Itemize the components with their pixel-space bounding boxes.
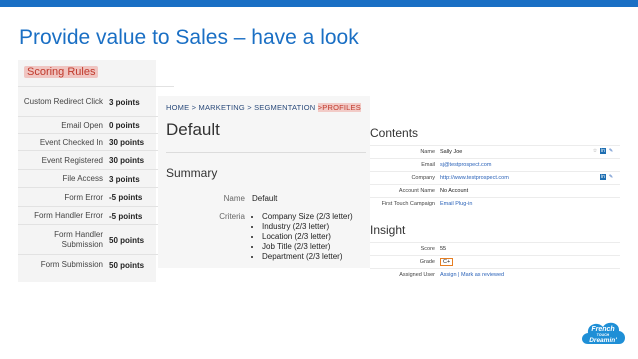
scoring-row-value: 50 points	[109, 260, 145, 270]
scoring-row-label: Event Registered	[41, 155, 103, 165]
insight-row-label: Score	[420, 246, 435, 252]
insight-row-label: Grade	[419, 259, 435, 265]
scoring-row-label: Email Open	[61, 120, 103, 130]
linkedin-icon[interactable]: in	[600, 148, 606, 154]
scoring-rules-panel: Scoring Rules Custom Redirect Click 3 po…	[18, 60, 174, 282]
email-link[interactable]: sj@testprospect.com	[440, 162, 491, 168]
edit-icon[interactable]: ✎	[608, 174, 614, 180]
breadcrumb-segmentation[interactable]: SEGMENTATION	[254, 103, 315, 112]
contents-row-label: Name	[420, 149, 435, 155]
contents-row-label: Account Name	[398, 188, 435, 194]
contents-row-value: No Account	[440, 188, 469, 194]
insight-row: Assigned User Assign | Mark as reviewed	[370, 268, 620, 281]
scoring-row: Event Registered 30 points	[18, 150, 174, 170]
contents-heading: Contents	[370, 126, 419, 140]
scoring-row: Form Error -5 points	[18, 187, 174, 207]
criteria-item: Company Size (2/3 letter)	[262, 212, 353, 222]
campaign-link[interactable]: Email Plug-in	[440, 201, 472, 207]
scoring-row: File Access 3 points	[18, 169, 174, 188]
contents-row: Account Name No Account	[370, 184, 620, 197]
slide-title: Provide value to Sales – have a look	[19, 26, 359, 49]
scoring-row-label: Form Handler Error	[34, 211, 103, 220]
breadcrumb-marketing[interactable]: MARKETING	[199, 103, 245, 112]
breadcrumb-profiles: PROFILES	[322, 103, 361, 112]
logo-line1: French	[591, 326, 614, 333]
french-touch-dreamin-logo: French TOUCH Dreamin'	[582, 322, 625, 344]
scoring-row-label: File Access	[62, 174, 103, 183]
contents-row: First Touch Campaign Email Plug-in	[370, 197, 620, 210]
criteria-item: Department (2/3 letter)	[262, 252, 353, 262]
criteria-label: Criteria	[219, 212, 245, 221]
scoring-row-label: Custom Redirect Click	[23, 97, 103, 106]
scoring-row-label: Event Checked In	[39, 137, 103, 147]
company-link[interactable]: http://www.testprospect.com	[440, 175, 509, 181]
scoring-row: Custom Redirect Click 3 points	[18, 86, 174, 117]
contents-row-value: Sally Joe	[440, 149, 463, 155]
logo-line3: Dreamin'	[589, 337, 617, 344]
scoring-row-value: 0 points	[109, 121, 140, 130]
contents-row-label: Email	[421, 162, 435, 168]
contents-row: Email sj@testprospect.com	[370, 158, 620, 171]
contents-row: Name Sally Joe ☆ in ✎	[370, 145, 620, 158]
profile-panel: HOME > MARKETING > SEGMENTATION >PROFILE…	[158, 96, 370, 268]
scoring-row: Form Handler Submission 50 points	[18, 224, 174, 255]
contents-row-label: First Touch Campaign	[381, 201, 435, 207]
scoring-row-label: Form Handler Submission	[54, 230, 103, 249]
score-value: 55	[440, 246, 447, 252]
insight-row: Score 55	[370, 242, 620, 255]
linkedin-icon[interactable]: in	[600, 174, 606, 180]
criteria-item: Industry (2/3 letter)	[262, 222, 353, 232]
breadcrumb: HOME > MARKETING > SEGMENTATION >PROFILE…	[166, 103, 361, 112]
star-icon[interactable]: ☆	[592, 148, 598, 154]
prospect-panel: Contents Name Sally Joe ☆ in ✎ Email sj@…	[370, 120, 620, 290]
scoring-row: Event Checked In 30 points	[18, 133, 174, 151]
breadcrumb-separator: >	[247, 103, 252, 112]
scoring-row: Form Submission 50 points	[18, 254, 174, 275]
breadcrumb-separator: >	[191, 103, 197, 112]
contents-row: Company http://www.testprospect.com in ✎	[370, 171, 620, 184]
scoring-row-value: -5 points	[109, 211, 143, 221]
scoring-row-value: 50 points	[109, 235, 145, 245]
name-value: Default	[252, 194, 278, 203]
scoring-row-value: 3 points	[109, 174, 140, 184]
grade-value: C+	[440, 258, 454, 266]
scoring-row-value: 30 points	[109, 156, 145, 165]
top-accent-bar	[0, 0, 638, 7]
criteria-item: Location (2/3 letter)	[262, 232, 353, 242]
scoring-row-value: 30 points	[109, 138, 145, 147]
scoring-row-label: Form Error	[64, 192, 103, 202]
breadcrumb-home[interactable]: HOME	[166, 103, 189, 112]
contents-row-label: Company	[411, 175, 435, 181]
assign-link[interactable]: Assign | Mark as reviewed	[440, 272, 504, 278]
criteria-list: Company Size (2/3 letter) Industry (2/3 …	[252, 212, 353, 262]
insight-row-label: Assigned User	[399, 272, 435, 278]
page-title: Default	[166, 120, 220, 139]
row-icons: ☆ in ✎	[592, 148, 614, 154]
divider	[166, 152, 366, 153]
scoring-row-value: -5 points	[109, 193, 143, 202]
edit-icon[interactable]: ✎	[608, 148, 614, 154]
summary-heading: Summary	[166, 166, 218, 180]
name-label: Name	[223, 194, 245, 203]
criteria-item: Job Title (2/3 letter)	[262, 242, 353, 252]
scoring-row-value: 3 points	[109, 97, 140, 107]
scoring-row: Email Open 0 points	[18, 116, 174, 134]
insight-heading: Insight	[370, 223, 406, 237]
scoring-row-label: Form Submission	[40, 260, 103, 269]
row-icons: in ✎	[600, 174, 614, 180]
scoring-row: Form Handler Error -5 points	[18, 206, 174, 225]
scoring-rules-title: Scoring Rules	[24, 66, 99, 78]
insight-row: Grade C+	[370, 255, 620, 268]
